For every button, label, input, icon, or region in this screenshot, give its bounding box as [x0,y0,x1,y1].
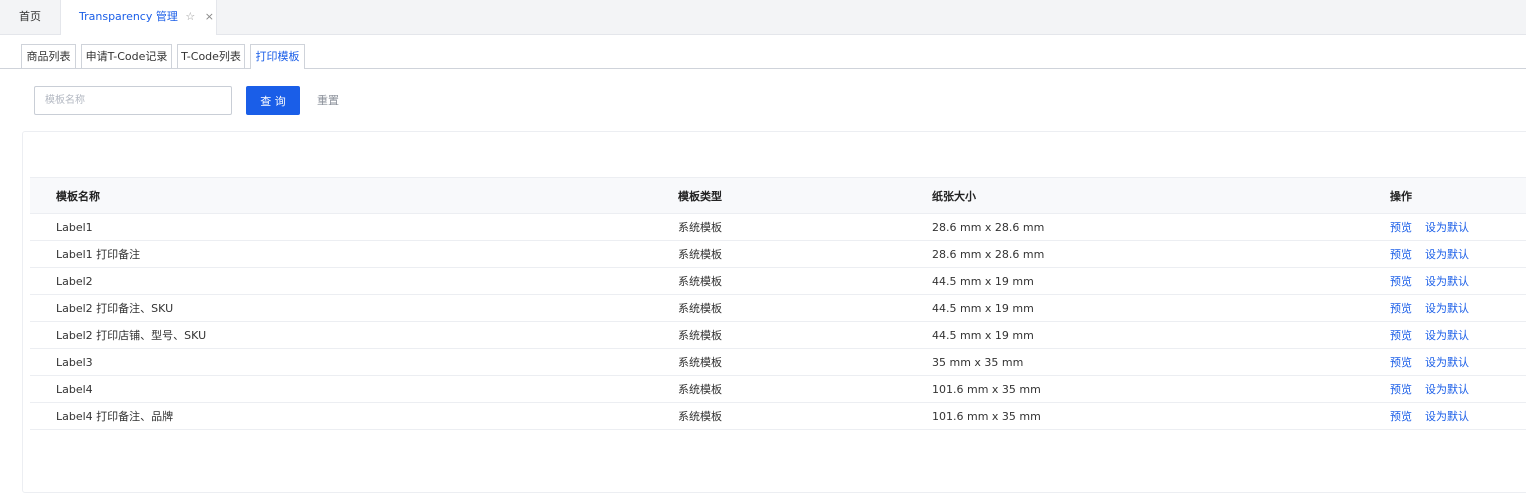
cell-template-name: Label2 [30,267,678,295]
set-default-link[interactable]: 设为默认 [1425,329,1469,342]
cell-template-type: 系统模板 [678,321,932,349]
template-table: 模板名称 模板类型 纸张大小 操作 Label1 系统模板 28.6 mm x 28… [30,177,1526,430]
table-row: Label2 系统模板 44.5 mm x 19 mm 预览 设为默认 [30,267,1526,295]
table-row: Label1 打印备注 系统模板 28.6 mm x 28.6 mm 预览 设为默认 [30,240,1526,268]
preview-link[interactable]: 预览 [1390,221,1412,234]
cell-template-type: 系统模板 [678,375,932,403]
cell-template-type: 系统模板 [678,402,932,430]
cell-template-type: 系统模板 [678,213,932,241]
cell-template-type: 系统模板 [678,294,932,322]
preview-link[interactable]: 预览 [1390,356,1412,369]
cell-actions: 预览 设为默认 [1390,240,1526,268]
cell-template-type: 系统模板 [678,240,932,268]
table-row: Label4 系统模板 101.6 mm x 35 mm 预览 设为默认 [30,375,1526,403]
reset-button[interactable]: 重置 [308,86,348,115]
table-row: Label1 系统模板 28.6 mm x 28.6 mm 预览 设为默认 [30,213,1526,241]
template-name-input[interactable] [34,86,232,115]
set-default-link[interactable]: 设为默认 [1425,410,1469,423]
page-tab-bar: 首页 Transparency 管理 ☆ × [0,0,1526,35]
cell-template-name: Label4 打印备注、品牌 [30,402,678,430]
cell-template-name: Label2 打印备注、SKU [30,294,678,322]
tab-tcode-requests[interactable]: 申请T-Code记录 [81,44,172,68]
query-button[interactable]: 查 询 [246,86,300,115]
cell-paper-size: 35 mm x 35 mm [932,348,1390,376]
cell-paper-size: 101.6 mm x 35 mm [932,402,1390,430]
preview-link[interactable]: 预览 [1390,410,1412,423]
cell-template-type: 系统模板 [678,267,932,295]
set-default-link[interactable]: 设为默认 [1425,356,1469,369]
header-template-type: 模板类型 [678,177,932,214]
set-default-link[interactable]: 设为默认 [1425,383,1469,396]
set-default-link[interactable]: 设为默认 [1425,302,1469,315]
cell-template-name: Label3 [30,348,678,376]
tab-transparency-management[interactable]: Transparency 管理 ☆ × [60,0,217,35]
cell-actions: 预览 设为默认 [1390,375,1526,403]
cell-paper-size: 101.6 mm x 35 mm [932,375,1390,403]
preview-link[interactable]: 预览 [1390,275,1412,288]
header-actions: 操作 [1390,177,1526,214]
cell-paper-size: 28.6 mm x 28.6 mm [932,240,1390,268]
cell-actions: 预览 设为默认 [1390,213,1526,241]
star-icon[interactable]: ☆ [185,10,195,23]
table-row: Label4 打印备注、品牌 系统模板 101.6 mm x 35 mm 预览 设为默认 [30,402,1526,430]
cell-template-type: 系统模板 [678,348,932,376]
cell-actions: 预览 设为默认 [1390,348,1526,376]
set-default-link[interactable]: 设为默认 [1425,221,1469,234]
cell-actions: 预览 设为默认 [1390,294,1526,322]
sub-tab-bar: 商品列表 申请T-Code记录 T-Code列表 打印模板 [0,35,1526,69]
cell-actions: 预览 设为默认 [1390,321,1526,349]
cell-template-name: Label2 打印店铺、型号、SKU [30,321,678,349]
header-paper-size: 纸张大小 [932,177,1390,214]
set-default-link[interactable]: 设为默认 [1425,248,1469,261]
header-template-name: 模板名称 [30,177,678,214]
tab-tcode-list[interactable]: T-Code列表 [177,44,245,68]
cell-paper-size: 44.5 mm x 19 mm [932,267,1390,295]
cell-actions: 预览 设为默认 [1390,267,1526,295]
preview-link[interactable]: 预览 [1390,383,1412,396]
cell-template-name: Label1 打印备注 [30,240,678,268]
tab-product-list[interactable]: 商品列表 [21,44,76,68]
table-row: Label3 系统模板 35 mm x 35 mm 预览 设为默认 [30,348,1526,376]
table-row: Label2 打印店铺、型号、SKU 系统模板 44.5 mm x 19 mm 预览设… [30,321,1526,349]
close-icon[interactable]: × [205,10,214,23]
cell-paper-size: 44.5 mm x 19 mm [932,321,1390,349]
set-default-link[interactable]: 设为默认 [1425,275,1469,288]
table-row: Label2 打印备注、SKU 系统模板 44.5 mm x 19 mm 预览 设为默认 [30,294,1526,322]
preview-link[interactable]: 预览 [1390,248,1412,261]
cell-paper-size: 44.5 mm x 19 mm [932,294,1390,322]
tab-print-templates[interactable]: 打印模板 [250,44,305,69]
cell-template-name: Label4 [30,375,678,403]
cell-template-name: Label1 [30,213,678,241]
table-header-row: 模板名称 模板类型 纸张大小 操作 [30,177,1526,214]
preview-link[interactable]: 预览 [1390,329,1412,342]
cell-actions: 预览 设为默认 [1390,402,1526,430]
cell-paper-size: 28.6 mm x 28.6 mm [932,213,1390,241]
preview-link[interactable]: 预览 [1390,302,1412,315]
tab-home[interactable]: 首页 [0,0,60,34]
tab-label: Transparency 管理 [79,10,178,23]
